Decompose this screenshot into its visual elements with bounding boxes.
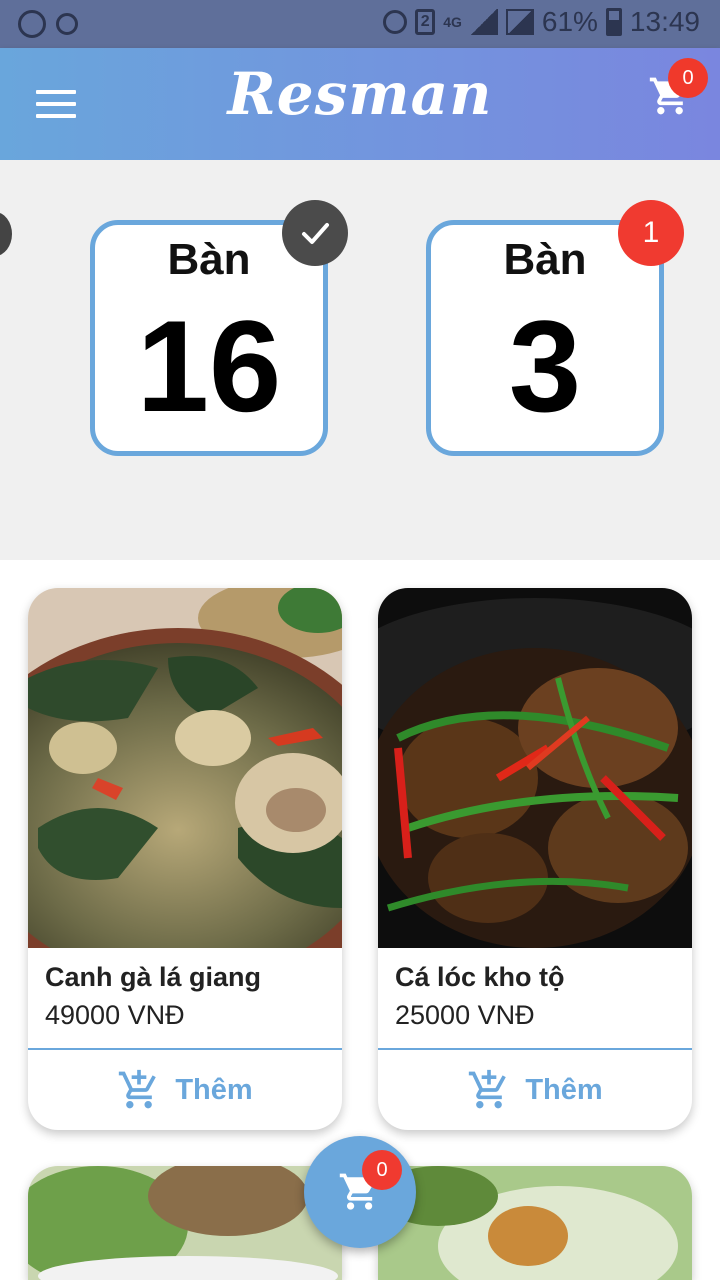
status-bar: 2 4G 61% 13:49 (0, 0, 720, 48)
food-image (28, 1166, 342, 1280)
notification-icon (18, 10, 46, 38)
food-card[interactable]: Canh gà lá giang 49000 VNĐ Thêm (28, 588, 342, 1130)
sim-indicator: 2 (415, 9, 436, 35)
table-number: 3 (508, 293, 582, 439)
table-number: 16 (136, 293, 282, 439)
cart-count-badge: 0 (668, 58, 708, 98)
battery-percent: 61% (541, 6, 598, 37)
alarm-icon (56, 13, 78, 35)
app-bar: Resman 0 (0, 48, 720, 160)
cart-count-badge: 0 (362, 1150, 402, 1190)
food-name: Cá lóc kho tộ (395, 962, 565, 992)
battery-icon (605, 8, 622, 36)
status-left (18, 10, 78, 38)
food-card[interactable] (378, 1166, 692, 1280)
alarm-clock-icon (383, 10, 408, 34)
cart-icon (339, 1173, 376, 1210)
add-to-cart-button[interactable]: Thêm (28, 1050, 342, 1130)
add-label: Thêm (525, 1073, 603, 1106)
add-to-cart-button[interactable]: Thêm (378, 1050, 692, 1130)
check-icon (302, 223, 329, 244)
previous-table-peek[interactable] (0, 212, 12, 256)
table-order-count-badge: 1 (618, 200, 684, 266)
signal-icon-2 (505, 9, 534, 35)
table-selector: Bàn 16 Bàn 3 1 (0, 160, 720, 560)
food-image (28, 588, 342, 948)
floating-cart-button[interactable]: 0 (304, 1136, 416, 1248)
add-label: Thêm (175, 1073, 253, 1106)
signal-icon (469, 9, 498, 35)
food-price: 25000 VNĐ (395, 1000, 535, 1030)
food-card[interactable] (28, 1166, 342, 1280)
app-logo: Resman (227, 60, 493, 128)
food-card[interactable]: Cá lóc kho tộ 25000 VNĐ Thêm (378, 588, 692, 1130)
food-image (378, 588, 692, 948)
add-cart-icon (469, 1069, 507, 1109)
food-price: 49000 VNĐ (45, 1000, 185, 1030)
food-name: Canh gà lá giang (45, 962, 262, 992)
food-image (378, 1166, 692, 1280)
add-cart-icon (119, 1069, 157, 1109)
table-selected-badge (282, 200, 348, 266)
clock: 13:49 (629, 6, 700, 37)
status-right: 2 4G 61% 13:49 (383, 6, 700, 38)
network-type: 4G (443, 14, 462, 30)
